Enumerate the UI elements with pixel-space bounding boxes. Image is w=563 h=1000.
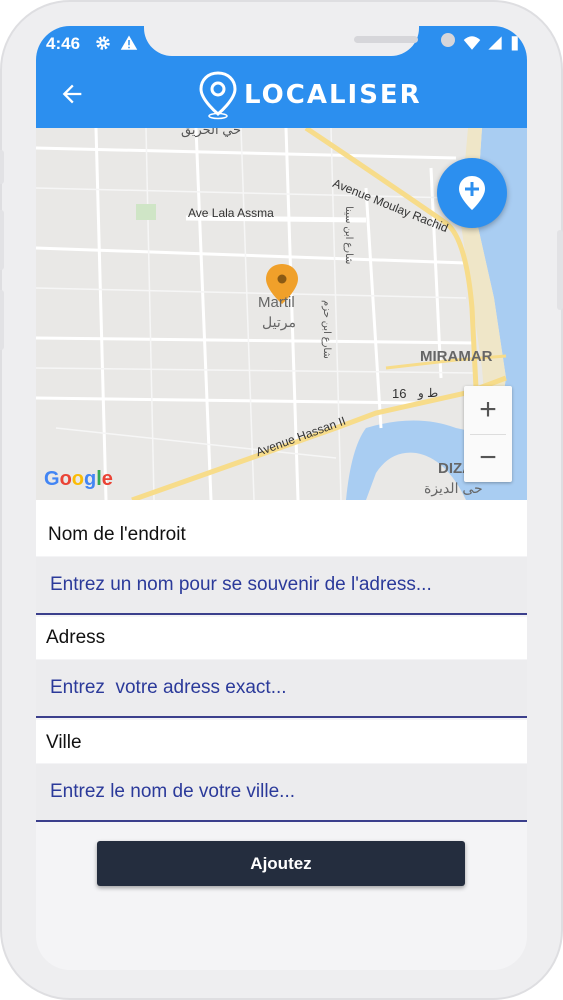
map-label-martil-ar: مرتيل [262,314,296,330]
zoom-in-button[interactable]: + [464,386,512,434]
zoom-controls: + − [464,386,512,482]
phone-side-button [0,290,4,350]
name-label: Nom de l'endroit [48,524,186,545]
map-label-miramar: MIRAMAR [420,348,493,365]
phone-side-button [557,230,563,310]
address-label: Adress [46,627,106,648]
map-label: حي الحريق [181,128,242,137]
warning-icon [120,35,138,50]
phone-side-button [0,210,4,270]
add-location-button[interactable] [437,158,507,228]
label-band [36,617,527,659]
wifi-icon [463,36,481,50]
city-label: Ville [46,732,82,753]
status-time: 4:46 [46,34,81,53]
google-letter: o [59,468,72,490]
app-title: LOCALISER [244,80,422,110]
label-band [36,720,527,763]
map-label-diza-ar: حى الديزة [424,480,483,496]
app-screen: 4:46 LOCALISER حي الحريق Avenue Moulay R… [36,26,527,970]
gear-icon [96,36,110,50]
location-pin-icon [199,71,237,120]
battery-icon [511,36,518,51]
name-input[interactable] [36,557,527,615]
status-icons-right [463,34,519,52]
back-arrow-icon[interactable] [58,80,86,108]
google-letter: o [71,468,84,490]
google-letter: G [44,468,60,490]
map-label-road-ar: ط و [418,386,439,400]
google-letter: e [101,468,113,490]
map-label-martil: Martil [258,294,295,311]
map-label: شارع ابن سينا [343,206,354,265]
add-location-icon [459,176,485,210]
app-bar: 4:46 LOCALISER [36,26,527,128]
phone-notch [144,26,455,56]
signal-icon [488,36,502,50]
city-input[interactable] [36,764,527,822]
map-label-road: 16 [392,386,407,401]
speaker [354,36,418,43]
google-letter: g [84,468,97,490]
zoom-out-button[interactable]: − [464,434,512,482]
google-logo: Google [44,468,113,491]
map-label: شارع ابن حزم [321,300,332,359]
phone-side-button [0,150,4,184]
camera [441,33,455,47]
status-icons-left [94,34,138,52]
address-input[interactable] [36,660,527,718]
app-logo: LOCALISER [198,70,422,120]
map-view[interactable]: حي الحريق Avenue Moulay Rachid Ave Lala … [36,128,527,500]
map-label: Ave Lala Assma [188,206,274,220]
add-button[interactable]: Ajoutez [97,841,465,886]
